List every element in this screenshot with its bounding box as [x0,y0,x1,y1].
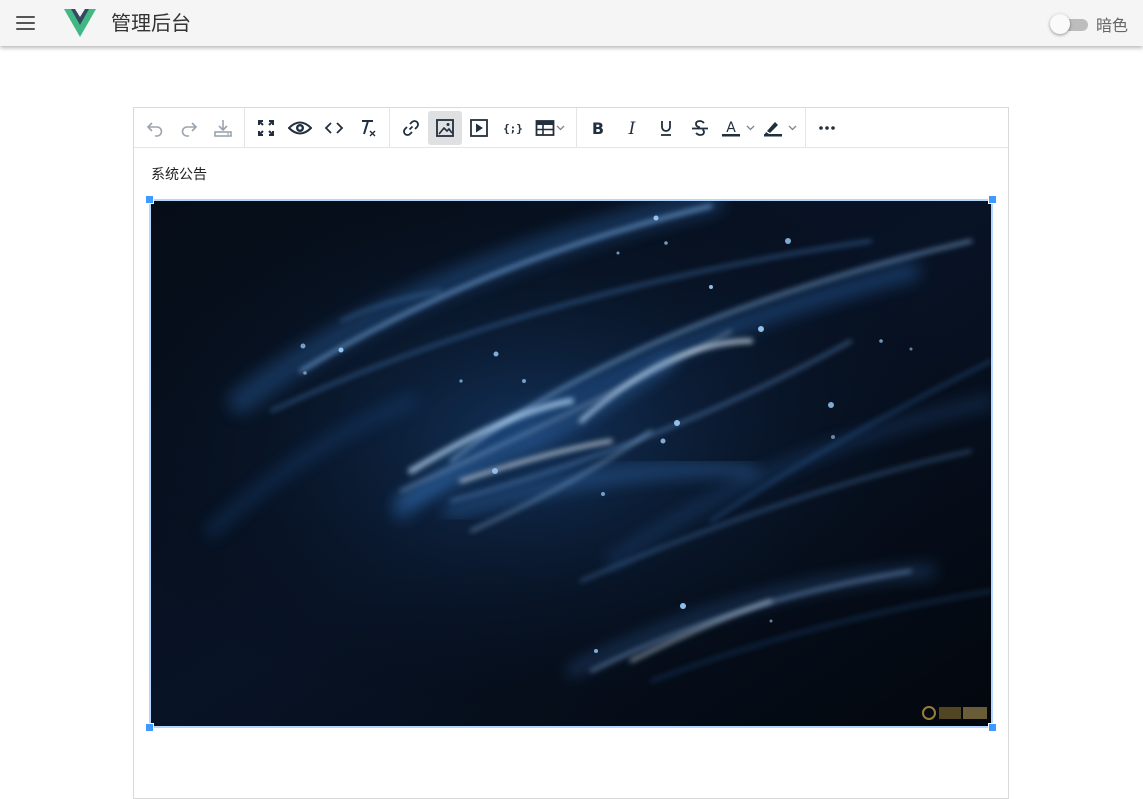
resize-handle-bottom-left[interactable] [145,723,154,732]
highlight-color-icon [764,121,797,136]
rich-text-editor: {;} B I A 系统公告 [133,107,1009,799]
image-icon [436,118,454,137]
editor-toolbar: {;} B I A [134,108,1008,148]
italic-button[interactable]: I [615,111,649,145]
theme-toggle-label: 暗色 [1096,16,1129,35]
template-button[interactable]: {;} [496,111,530,145]
svg-text:B: B [592,119,604,138]
app-title: 管理后台 [111,11,191,35]
resize-handle-top-right[interactable] [988,195,997,204]
bold-button[interactable]: B [581,111,615,145]
redo-icon [181,121,198,137]
preview-icon [288,121,312,134]
bold-icon: B [592,119,604,138]
editor-paragraph[interactable]: 系统公告 [151,166,207,184]
highlight-color-button[interactable] [759,111,801,145]
text-color-icon: A [722,120,755,136]
svg-text:I: I [628,119,636,138]
toolbar-group-format: B I A [577,108,806,147]
table-icon [535,119,565,136]
theme-toggle[interactable]: 暗色 [1050,12,1128,36]
toolbar-group-history [134,108,245,147]
resize-handle-bottom-right[interactable] [988,723,997,732]
undo-button[interactable] [138,111,172,145]
svg-text:A: A [726,120,736,136]
underline-button[interactable] [649,111,683,145]
resize-handle-top-left[interactable] [145,195,154,204]
svg-text:{;}: {;} [503,122,523,135]
text-color-button[interactable]: A [717,111,759,145]
preview-button[interactable] [283,111,317,145]
more-button[interactable] [810,111,844,145]
save-button[interactable] [206,111,240,145]
abstract-light-image [151,201,991,726]
undo-icon [146,121,163,137]
menu-icon[interactable] [15,13,37,33]
template-icon: {;} [503,122,523,135]
vue-logo-icon [63,8,97,38]
theme-switch[interactable] [1050,13,1088,35]
strikethrough-icon [692,119,708,136]
save-icon [214,119,232,137]
underline-icon [661,120,671,136]
code-icon [324,121,344,134]
fullscreen-icon [258,119,274,136]
italic-icon: I [628,119,636,138]
link-button[interactable] [394,111,428,145]
more-icon [819,125,835,130]
editor-content[interactable]: 系统公告 [134,148,1008,798]
clear-format-button[interactable] [351,111,385,145]
toolbar-group-insert: {;} [390,108,577,147]
source-code-button[interactable] [317,111,351,145]
toolbar-group-view [245,108,390,147]
table-button[interactable] [530,111,572,145]
strikethrough-button[interactable] [683,111,717,145]
media-icon [470,118,488,137]
redo-button[interactable] [172,111,206,145]
link-icon [403,119,419,136]
app-bar: 管理后台 暗色 [0,0,1143,46]
clear-format-icon [362,119,376,136]
toolbar-group-more [806,108,848,147]
image-button[interactable] [428,110,462,145]
media-button[interactable] [462,111,496,145]
inserted-image[interactable] [145,195,997,732]
fullscreen-button[interactable] [249,111,283,145]
